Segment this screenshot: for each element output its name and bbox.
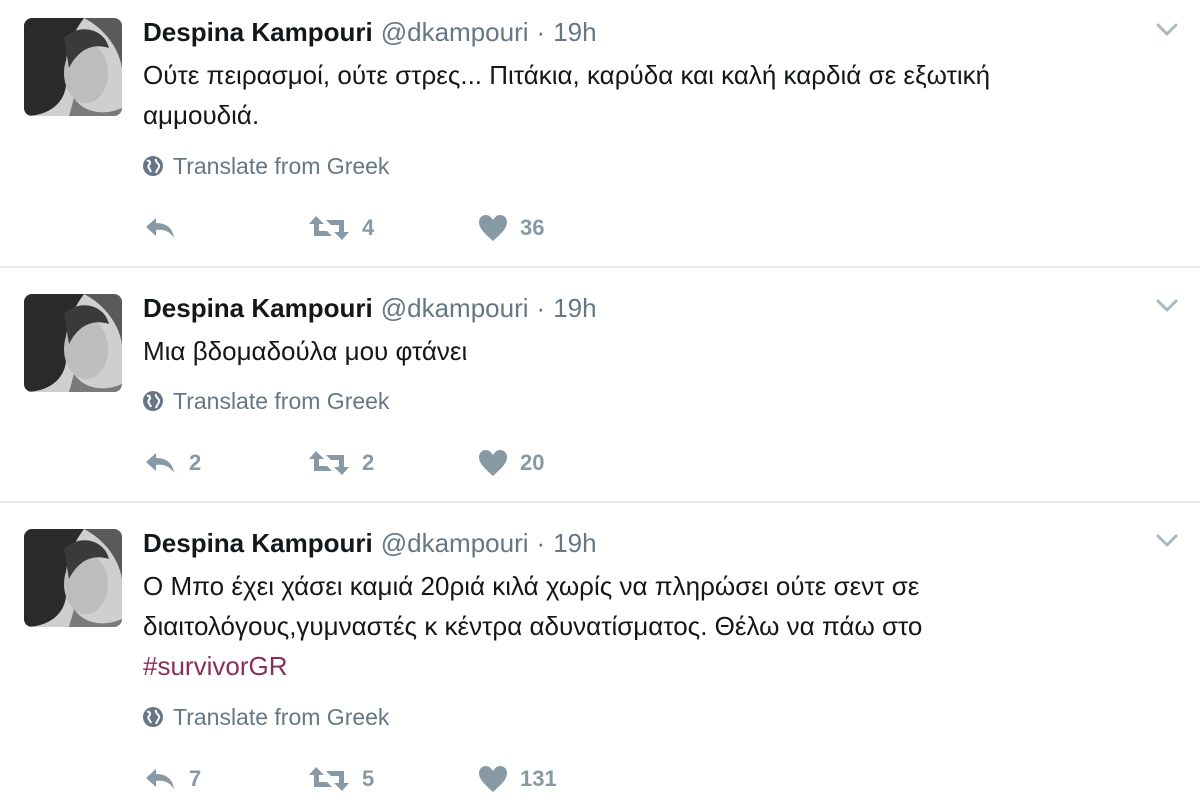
separator-dot: · (536, 292, 546, 323)
tweet-actions: 4 36 (143, 208, 598, 248)
tweet-text-line: αμμουδιά. (143, 100, 260, 130)
tweet-timestamp[interactable]: 19h (553, 528, 596, 559)
tweet-header: Despina Kampouri @dkampouri · 19h (143, 12, 597, 52)
reply-button[interactable]: 7 (143, 766, 308, 792)
reply-icon (146, 769, 174, 789)
tweet[interactable]: Despina Kampouri @dkampouri · 19h Ο Μπο … (0, 503, 1200, 809)
reply-button[interactable]: 2 (143, 450, 308, 476)
heart-icon (479, 766, 507, 792)
retweet-button[interactable]: 4 (308, 214, 478, 242)
reply-count: 2 (189, 450, 202, 475)
tweet-actions: 7 5 131 (143, 759, 598, 799)
separator-dot: · (536, 16, 546, 47)
author-handle[interactable]: @dkampouri (381, 528, 529, 559)
translate-label: Translate from Greek (173, 152, 390, 179)
reply-count: 7 (189, 766, 202, 791)
avatar[interactable] (24, 294, 122, 392)
like-count: 131 (520, 766, 557, 791)
avatar[interactable] (24, 529, 122, 627)
translate-label: Translate from Greek (173, 387, 390, 414)
tweet-timestamp[interactable]: 19h (553, 293, 596, 324)
globe-icon (143, 156, 163, 176)
like-button[interactable]: 36 (478, 214, 598, 242)
tweet-timeline: Despina Kampouri @dkampouri · 19h Ούτε π… (0, 0, 1200, 809)
retweet-icon (309, 767, 349, 791)
separator-dot: · (536, 527, 546, 558)
retweet-count: 4 (362, 215, 375, 240)
hashtag-link[interactable]: #survivorGR (143, 651, 287, 681)
heart-icon (479, 215, 507, 241)
tweet-text-line: διαιτολόγους,γυμναστές κ κέντρα αδυνατίσ… (143, 611, 923, 641)
tweet-text: Μια βδομαδούλα μου φτάνει (143, 331, 1143, 371)
author-handle[interactable]: @dkampouri (381, 293, 529, 324)
globe-icon (143, 707, 163, 727)
chevron-down-icon[interactable] (1152, 290, 1182, 320)
retweet-count: 5 (362, 766, 375, 791)
tweet-header: Despina Kampouri @dkampouri · 19h (143, 288, 597, 328)
globe-icon (143, 391, 163, 411)
author-name[interactable]: Despina Kampouri (143, 528, 373, 559)
retweet-count: 2 (362, 450, 375, 475)
tweet-header: Despina Kampouri @dkampouri · 19h (143, 523, 597, 563)
chevron-down-icon[interactable] (1152, 525, 1182, 555)
retweet-button[interactable]: 5 (308, 765, 478, 793)
translate-link[interactable]: Translate from Greek (141, 150, 389, 182)
retweet-icon (309, 451, 349, 475)
like-button[interactable]: 20 (478, 449, 598, 477)
like-button[interactable]: 131 (478, 765, 598, 793)
tweet-text: Ούτε πειρασμοί, ούτε στρες... Πιτάκια, κ… (143, 55, 1143, 135)
retweet-button[interactable]: 2 (308, 449, 478, 477)
author-handle[interactable]: @dkampouri (381, 17, 529, 48)
retweet-icon (309, 216, 349, 240)
tweet-timestamp[interactable]: 19h (553, 17, 596, 48)
chevron-down-icon[interactable] (1152, 14, 1182, 44)
translate-label: Translate from Greek (173, 703, 390, 730)
reply-icon (146, 218, 174, 238)
author-name[interactable]: Despina Kampouri (143, 17, 373, 48)
translate-link[interactable]: Translate from Greek (141, 701, 389, 733)
translate-link[interactable]: Translate from Greek (141, 385, 389, 417)
heart-icon (479, 450, 507, 476)
tweet[interactable]: Despina Kampouri @dkampouri · 19h Ούτε π… (0, 0, 1200, 268)
tweet-text-line: Ο Μπο έχει χάσει καμιά 20ριά κιλά χωρίς … (143, 571, 920, 601)
tweet[interactable]: Despina Kampouri @dkampouri · 19h Μια βδ… (0, 268, 1200, 503)
tweet-text-line: Μια βδομαδούλα μου φτάνει (143, 336, 468, 366)
tweet-actions: 2 2 20 (143, 443, 598, 483)
like-count: 36 (520, 215, 545, 240)
tweet-text: Ο Μπο έχει χάσει καμιά 20ριά κιλά χωρίς … (143, 566, 1143, 686)
avatar[interactable] (24, 18, 122, 116)
reply-icon (146, 453, 174, 473)
author-name[interactable]: Despina Kampouri (143, 293, 373, 324)
like-count: 20 (520, 450, 545, 475)
reply-button[interactable] (143, 215, 308, 241)
tweet-text-line: Ούτε πειρασμοί, ούτε στρες... Πιτάκια, κ… (143, 60, 991, 90)
